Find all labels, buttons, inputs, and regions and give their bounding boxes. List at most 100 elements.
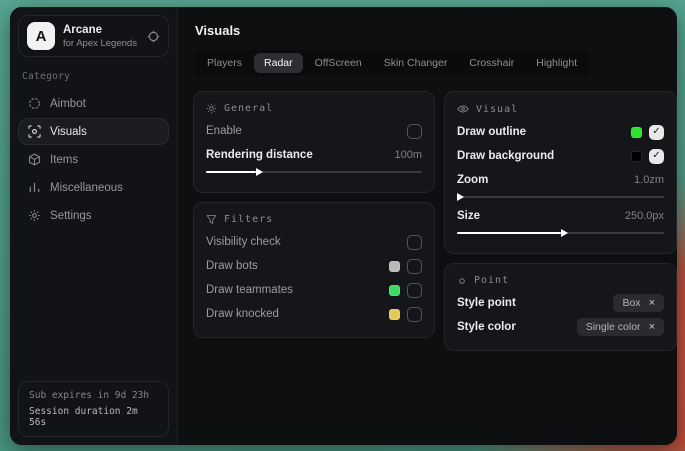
sidebar: A Arcane for Apex Legends Category (10, 7, 178, 445)
tab-offscreen[interactable]: OffScreen (305, 53, 372, 73)
draw-bots-checkbox[interactable]: ✓ (407, 259, 422, 274)
setting-row-enable: Enable ✓ (206, 120, 422, 142)
color-swatch[interactable] (631, 151, 642, 162)
section-title: Visual (476, 104, 518, 115)
check-icon: ✓ (652, 151, 660, 161)
sidebar-item-aimbot[interactable]: Aimbot (18, 90, 169, 117)
setting-label: Zoom (457, 174, 488, 186)
tab-highlight[interactable]: Highlight (526, 53, 587, 73)
setting-label: Style color (457, 321, 516, 333)
filters-card-header: Filters (206, 214, 422, 225)
setting-label: Draw knocked (206, 308, 279, 320)
chip-remove-icon[interactable]: × (649, 322, 655, 333)
left-column: General Enable ✓ Rendering distance 100m (193, 91, 435, 338)
setting-row-zoom: Zoom 1.0zm (457, 169, 664, 191)
app-name-block: Arcane for Apex Legends (63, 24, 139, 49)
setting-row-draw-background: Draw background ✓ (457, 145, 664, 167)
setting-row-style-point: Style point Box × (457, 292, 664, 314)
eye-icon (457, 103, 469, 115)
tab-bar: Players Radar OffScreen Skin Changer Cro… (193, 50, 591, 76)
setting-row-draw-teammates: Draw teammates ✓ (206, 279, 422, 301)
eye-scan-icon (28, 125, 41, 138)
sidebar-item-label: Visuals (50, 126, 87, 138)
cube-icon (28, 153, 41, 166)
target-icon[interactable] (147, 30, 160, 43)
sidebar-item-visuals[interactable]: Visuals (18, 118, 169, 145)
filters-card: Filters Visibility check ✓ Draw bots (193, 202, 435, 338)
slider-track (457, 196, 664, 198)
dot-icon (457, 276, 467, 286)
point-card-header: Point (457, 275, 664, 286)
tab-players[interactable]: Players (197, 53, 252, 73)
draw-teammates-checkbox[interactable]: ✓ (407, 283, 422, 298)
page-title: Visuals (195, 23, 677, 38)
sub-expiry-text: Sub expires in 9d 23h (29, 390, 158, 401)
color-swatch[interactable] (389, 261, 400, 272)
tab-radar[interactable]: Radar (254, 53, 303, 73)
general-card-header: General (206, 103, 422, 114)
slider-fill (206, 171, 256, 173)
sidebar-item-settings[interactable]: Settings (18, 202, 169, 229)
draw-background-checkbox[interactable]: ✓ (649, 149, 664, 164)
zoom-slider[interactable] (457, 193, 664, 201)
app-name: Arcane (63, 24, 139, 36)
setting-label: Draw bots (206, 260, 258, 272)
category-label: Category (22, 71, 165, 82)
setting-row-draw-outline: Draw outline ✓ (457, 121, 664, 143)
color-swatch[interactable] (631, 127, 642, 138)
visual-card: Visual Draw outline ✓ (444, 91, 677, 254)
settings-grid: General Enable ✓ Rendering distance 100m (193, 91, 677, 351)
setting-label: Size (457, 210, 480, 222)
app-logo: A (27, 22, 55, 50)
rendering-distance-slider[interactable] (206, 168, 422, 176)
setting-label: Draw background (457, 150, 554, 162)
setting-value: 1.0zm (634, 174, 664, 186)
sidebar-item-label: Aimbot (50, 98, 86, 110)
draw-knocked-checkbox[interactable]: ✓ (407, 307, 422, 322)
general-card: General Enable ✓ Rendering distance 100m (193, 91, 435, 193)
funnel-icon (206, 214, 217, 225)
visibility-check-checkbox[interactable]: ✓ (407, 235, 422, 250)
sidebar-item-items[interactable]: Items (18, 146, 169, 173)
crosshair-icon (28, 97, 41, 110)
setting-label: Enable (206, 125, 242, 137)
visual-card-header: Visual (457, 103, 664, 115)
setting-label: Rendering distance (206, 149, 313, 161)
style-color-chip[interactable]: Single color × (577, 318, 664, 336)
setting-row-draw-knocked: Draw knocked ✓ (206, 303, 422, 325)
tab-crosshair[interactable]: Crosshair (459, 53, 524, 73)
setting-row-style-color: Style color Single color × (457, 316, 664, 338)
gear-icon (28, 209, 41, 222)
app-window: A Arcane for Apex Legends Category (10, 7, 677, 445)
right-column: Visual Draw outline ✓ (444, 91, 677, 351)
setting-value: 100m (394, 149, 422, 161)
session-info-card: Sub expires in 9d 23h Session duration 2… (18, 381, 169, 437)
setting-row-rendering-distance: Rendering distance 100m (206, 144, 422, 166)
size-slider[interactable] (457, 229, 664, 237)
app-subtitle: for Apex Legends (63, 38, 139, 49)
app-header-card: A Arcane for Apex Legends (18, 15, 169, 57)
tab-skin-changer[interactable]: Skin Changer (374, 53, 458, 73)
chip-label: Box (622, 297, 640, 309)
draw-outline-checkbox[interactable]: ✓ (649, 125, 664, 140)
setting-row-size: Size 250.0px (457, 205, 664, 227)
setting-label: Draw teammates (206, 284, 293, 296)
chip-remove-icon[interactable]: × (649, 298, 655, 309)
slider-fill (457, 232, 561, 234)
section-title: Point (474, 275, 509, 286)
setting-row-visibility-check: Visibility check ✓ (206, 231, 422, 253)
setting-label: Draw outline (457, 126, 526, 138)
session-duration-text: Session duration 2m 56s (29, 406, 158, 428)
setting-row-draw-bots: Draw bots ✓ (206, 255, 422, 277)
grid-icon (28, 181, 41, 194)
section-title: General (224, 103, 273, 114)
chip-label: Single color (586, 321, 641, 333)
color-swatch[interactable] (389, 285, 400, 296)
enable-checkbox[interactable]: ✓ (407, 124, 422, 139)
sidebar-item-label: Miscellaneous (50, 182, 123, 194)
setting-label: Visibility check (206, 236, 281, 248)
sidebar-item-label: Settings (50, 210, 92, 222)
style-point-chip[interactable]: Box × (613, 294, 664, 312)
color-swatch[interactable] (389, 309, 400, 320)
sidebar-item-miscellaneous[interactable]: Miscellaneous (18, 174, 169, 201)
